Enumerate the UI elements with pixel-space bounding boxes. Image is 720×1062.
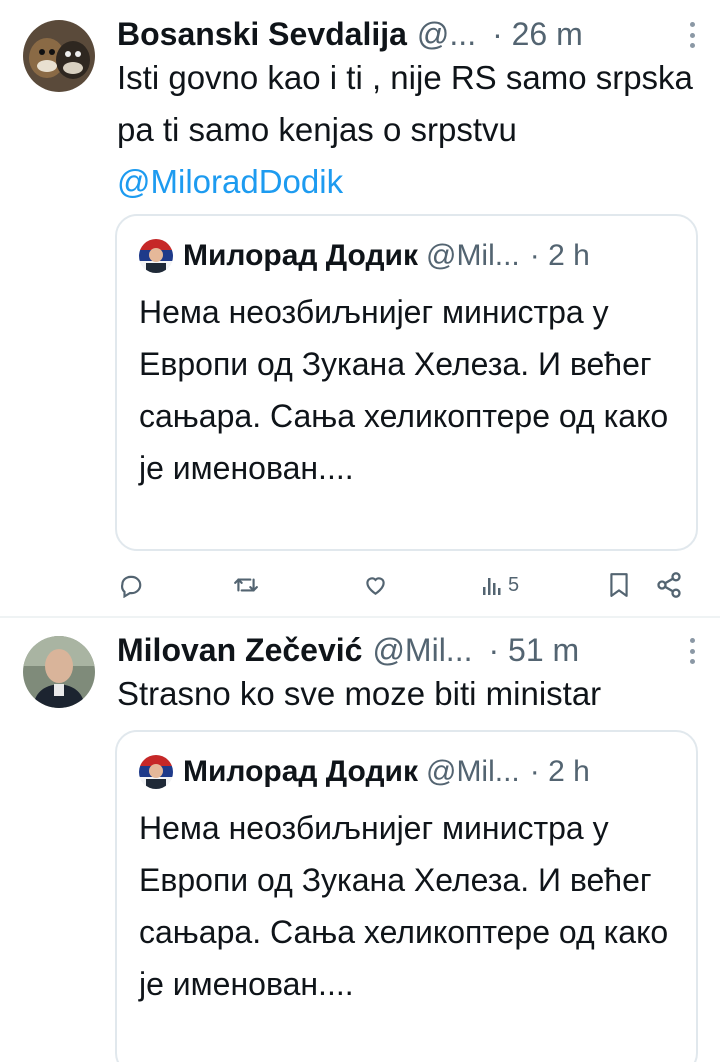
quoted-author-handle: @Mil... [425, 755, 520, 788]
quoted-tweet-text: Нема неозбиљнијег министра у Европи од З… [139, 294, 669, 486]
author-handle[interactable]: @... [417, 16, 476, 53]
quoted-avatar [139, 239, 173, 273]
tweet-header: Milovan Zečević @Mil... · 51 m [117, 630, 697, 670]
avatar[interactable] [23, 636, 95, 708]
tweet-text-plain: Isti govno kao i ti , nije RS samo srpsk… [117, 59, 693, 148]
retweet-icon[interactable] [232, 565, 260, 605]
views-icon [483, 578, 501, 595]
author-handle[interactable]: @Mil... [372, 632, 472, 669]
more-options-icon[interactable] [687, 22, 697, 48]
tweet-text: Isti govno kao i ti , nije RS samo srpsk… [117, 52, 707, 208]
views-count: 5 [508, 573, 520, 596]
quoted-tweet[interactable]: Милорад Додик @Mil... · 2 h Нема неозбиљ… [115, 214, 698, 551]
author-name[interactable]: Bosanski Sevdalija [117, 16, 407, 53]
timestamp[interactable]: · 26 m [492, 16, 583, 53]
author-name[interactable]: Milovan Zečević [117, 632, 362, 669]
views-button[interactable]: 5 [482, 565, 519, 605]
tweet-text: Strasno ko sve moze biti ministar [117, 675, 602, 712]
quoted-avatar [139, 755, 173, 789]
timestamp[interactable]: · 51 m [488, 632, 579, 669]
heart-icon[interactable] [362, 565, 389, 605]
quoted-tweet-text: Нема неозбиљнијег министра у Европи од З… [139, 810, 669, 1002]
quoted-tweet-header: Милорад Додик @Mil... · 2 h [139, 238, 590, 274]
bookmark-icon[interactable] [608, 565, 630, 605]
quoted-author-name: Милорад Додик [183, 755, 418, 788]
share-icon[interactable] [655, 565, 683, 605]
mention-link[interactable]: @MiloradDodik [117, 163, 343, 200]
quoted-author-name: Милорад Додик [183, 239, 418, 272]
more-options-icon[interactable] [687, 638, 697, 664]
tweet-header: Bosanski Sevdalija @... · 26 m [117, 14, 697, 54]
quoted-author-handle: @Mil... [425, 239, 520, 272]
quoted-tweet-header: Милорад Додик @Mil... · 2 h [139, 754, 590, 790]
quoted-timestamp: · 2 h [529, 239, 590, 272]
avatar[interactable] [23, 20, 95, 92]
tweet-actions: 5 [110, 565, 700, 605]
quoted-timestamp: · 2 h [529, 755, 590, 788]
reply-icon[interactable] [118, 565, 144, 605]
quoted-tweet[interactable]: Милорад Додик @Mil... · 2 h Нема неозбиљ… [115, 730, 698, 1062]
